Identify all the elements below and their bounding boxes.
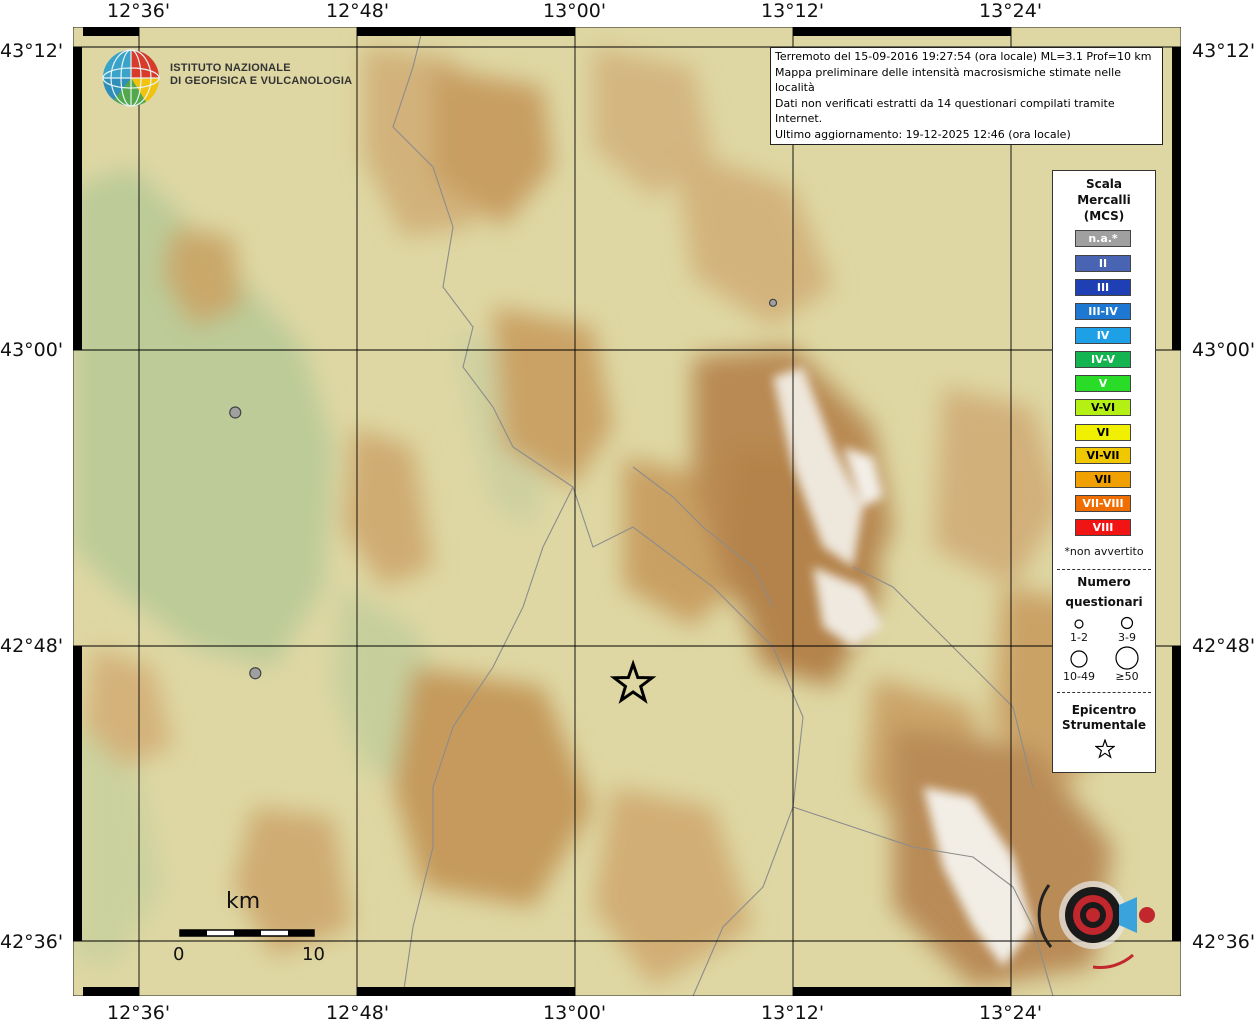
- count-symbol-medium-icon: [1120, 616, 1134, 630]
- legend-swatch: III-IV: [1075, 303, 1131, 320]
- lat-label-left: 42°48': [0, 635, 64, 657]
- legend-swatch: VIII: [1075, 519, 1131, 536]
- legend-title-line: Scala: [1085, 177, 1123, 191]
- map-description: Mappa preliminare delle intensità macros…: [775, 65, 1121, 95]
- lat-label-left: 43°00': [0, 339, 64, 361]
- lon-label-top: 13°00': [543, 0, 607, 22]
- count-label: 3-9: [1118, 631, 1136, 644]
- map-canvas: [72, 26, 1182, 997]
- count-label: 10-49: [1063, 670, 1095, 683]
- lon-label-top: 13°24': [979, 0, 1043, 22]
- legend-swatch: V-VI: [1075, 399, 1131, 416]
- scale-bar: [179, 929, 315, 937]
- epicenter-legend-star-icon: [1095, 739, 1115, 759]
- legend-divider: [1057, 569, 1151, 570]
- lat-label-right: 42°36': [1192, 931, 1256, 953]
- lat-label-right: 42°48': [1192, 635, 1256, 657]
- legend-divider: [1057, 692, 1151, 693]
- legend-swatch: VI: [1075, 424, 1131, 441]
- lon-label-bottom: 13°24': [979, 1002, 1043, 1024]
- map-frame: [72, 26, 1182, 997]
- lon-label-top: 12°48': [326, 0, 390, 22]
- scalebar-start: 0: [173, 944, 185, 965]
- legend-swatch: II: [1075, 255, 1131, 272]
- logo-line-1: ISTITUTO NAZIONALE: [170, 62, 291, 74]
- legend-swatch: VII-VIII: [1075, 495, 1131, 512]
- count-label: ≥50: [1115, 670, 1139, 683]
- lat-label-left: 42°36': [0, 931, 64, 953]
- count-title-line: Numero: [1077, 575, 1131, 589]
- scalebar-unit: km: [226, 889, 261, 914]
- count-label: 1-2: [1070, 631, 1088, 644]
- legend-swatch: VII: [1075, 471, 1131, 488]
- legend-footnote: *non avvertito: [1064, 545, 1144, 558]
- count-symbols: [1070, 616, 1139, 670]
- lat-label-right: 43°00': [1192, 339, 1256, 361]
- legend-swatch: VI-VII: [1075, 447, 1131, 464]
- lon-label-bottom: 12°48': [326, 1002, 390, 1024]
- scalebar-end: 10: [302, 944, 325, 965]
- lon-label-bottom: 13°12': [761, 1002, 825, 1024]
- legend-swatch: IV: [1075, 327, 1131, 344]
- lon-label-bottom: 13°00': [543, 1002, 607, 1024]
- lat-label-left: 43°12': [0, 40, 64, 62]
- ingv-globe-icon: [102, 48, 162, 112]
- legend-swatch: IV-V: [1075, 351, 1131, 368]
- lon-label-top: 12°36': [107, 0, 171, 22]
- lon-label-bottom: 12°36': [107, 1002, 171, 1024]
- legend-swatch: V: [1075, 375, 1131, 392]
- ingv-logo-text: ISTITUTO NAZIONALE DI GEOFISICA E VULCAN…: [170, 62, 352, 88]
- legend-swatch: n.a.*: [1075, 230, 1131, 247]
- observation-point: [229, 406, 242, 419]
- observation-point: [768, 298, 778, 307]
- event-title: Terremoto del 15-09-2016 19:27:54 (ora l…: [775, 50, 1152, 63]
- count-symbol-large-icon: [1070, 650, 1088, 668]
- count-title-line: questionari: [1065, 595, 1143, 609]
- epicenter-title-line: Strumentale: [1061, 718, 1147, 732]
- lat-label-right: 43°12': [1192, 40, 1256, 62]
- count-symbol-small-icon: [1074, 619, 1084, 629]
- intensity-legend: Scala Mercalli (MCS) n.a.* II III III-IV IV I…: [1052, 170, 1156, 773]
- hsit-logo-icon: [1033, 855, 1173, 989]
- logo-line-2: DI GEOFISICA E VULCANOLOGIA: [170, 75, 353, 87]
- lon-label-top: 13°12': [761, 0, 825, 22]
- epicenter-title-line: Epicentro: [1071, 703, 1137, 717]
- last-update: Ultimo aggiornamento: 19-12-2025 12:46 (…: [775, 127, 1071, 141]
- event-info-box: Terremoto del 15-09-2016 19:27:54 (ora l…: [770, 47, 1163, 145]
- count-symbol-xlarge-icon: [1115, 646, 1139, 670]
- legend-swatch: III: [1075, 279, 1131, 296]
- observation-point: [249, 667, 262, 680]
- legend-title-line: (MCS): [1083, 209, 1125, 223]
- data-note: Dati non verificati estratti da 14 quest…: [775, 96, 1115, 126]
- legend-title-line: Mercalli: [1077, 193, 1131, 207]
